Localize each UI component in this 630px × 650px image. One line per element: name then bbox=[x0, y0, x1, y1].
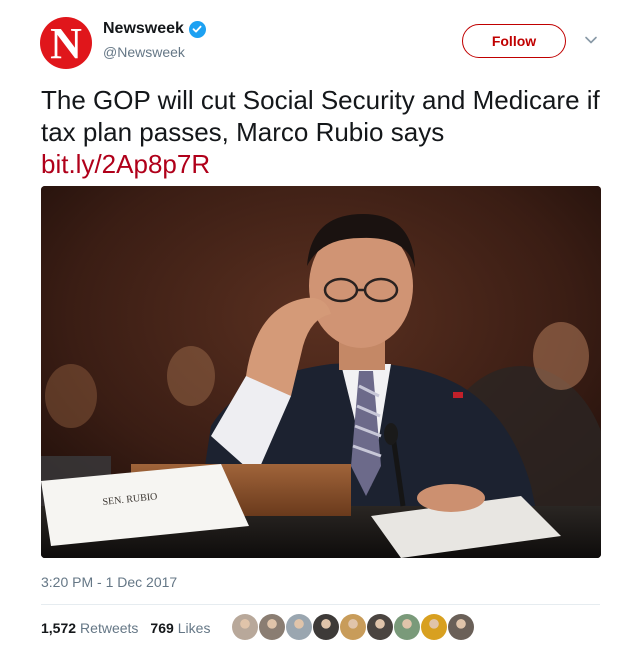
newsweek-logo: N bbox=[50, 19, 82, 68]
tweet-media-photo[interactable]: SEN. RUBIO bbox=[41, 186, 601, 558]
liker-avatar[interactable] bbox=[232, 614, 258, 640]
author-avatar[interactable]: N bbox=[40, 17, 92, 69]
divider bbox=[41, 604, 600, 605]
tweet-text: The GOP will cut Social Security and Med… bbox=[41, 84, 601, 180]
retweets-count[interactable]: 1,572 bbox=[41, 620, 76, 636]
likes-label[interactable]: Likes bbox=[178, 620, 211, 636]
liker-avatar[interactable] bbox=[286, 614, 312, 640]
liker-avatar[interactable] bbox=[259, 614, 285, 640]
liker-avatar[interactable] bbox=[394, 614, 420, 640]
author-display-name[interactable]: Newsweek bbox=[103, 20, 184, 38]
chevron-down-icon[interactable] bbox=[584, 33, 598, 47]
verified-badge-icon bbox=[188, 20, 206, 38]
liker-avatar[interactable] bbox=[367, 614, 393, 640]
engagement-stats: 1,572 Retweets 769 Likes bbox=[41, 620, 222, 636]
likes-count[interactable]: 769 bbox=[150, 620, 173, 636]
tweet-link[interactable]: bit.ly/2Ap8p7R bbox=[41, 149, 210, 179]
author-handle[interactable]: @Newsweek bbox=[103, 44, 185, 60]
liker-avatar[interactable] bbox=[340, 614, 366, 640]
liker-avatars bbox=[232, 614, 474, 640]
liker-avatar[interactable] bbox=[313, 614, 339, 640]
tweet-timestamp[interactable]: 3:20 PM - 1 Dec 2017 bbox=[41, 574, 177, 590]
liker-avatar[interactable] bbox=[421, 614, 447, 640]
retweets-label[interactable]: Retweets bbox=[80, 620, 138, 636]
tweet-body: The GOP will cut Social Security and Med… bbox=[41, 85, 600, 147]
tweet-card: N Newsweek @Newsweek Follow The GOP will… bbox=[0, 0, 630, 650]
liker-avatar[interactable] bbox=[448, 614, 474, 640]
follow-button[interactable]: Follow bbox=[462, 24, 566, 58]
photo-senator-at-hearing: SEN. RUBIO bbox=[41, 186, 601, 558]
author-name-row[interactable]: Newsweek bbox=[103, 20, 206, 38]
